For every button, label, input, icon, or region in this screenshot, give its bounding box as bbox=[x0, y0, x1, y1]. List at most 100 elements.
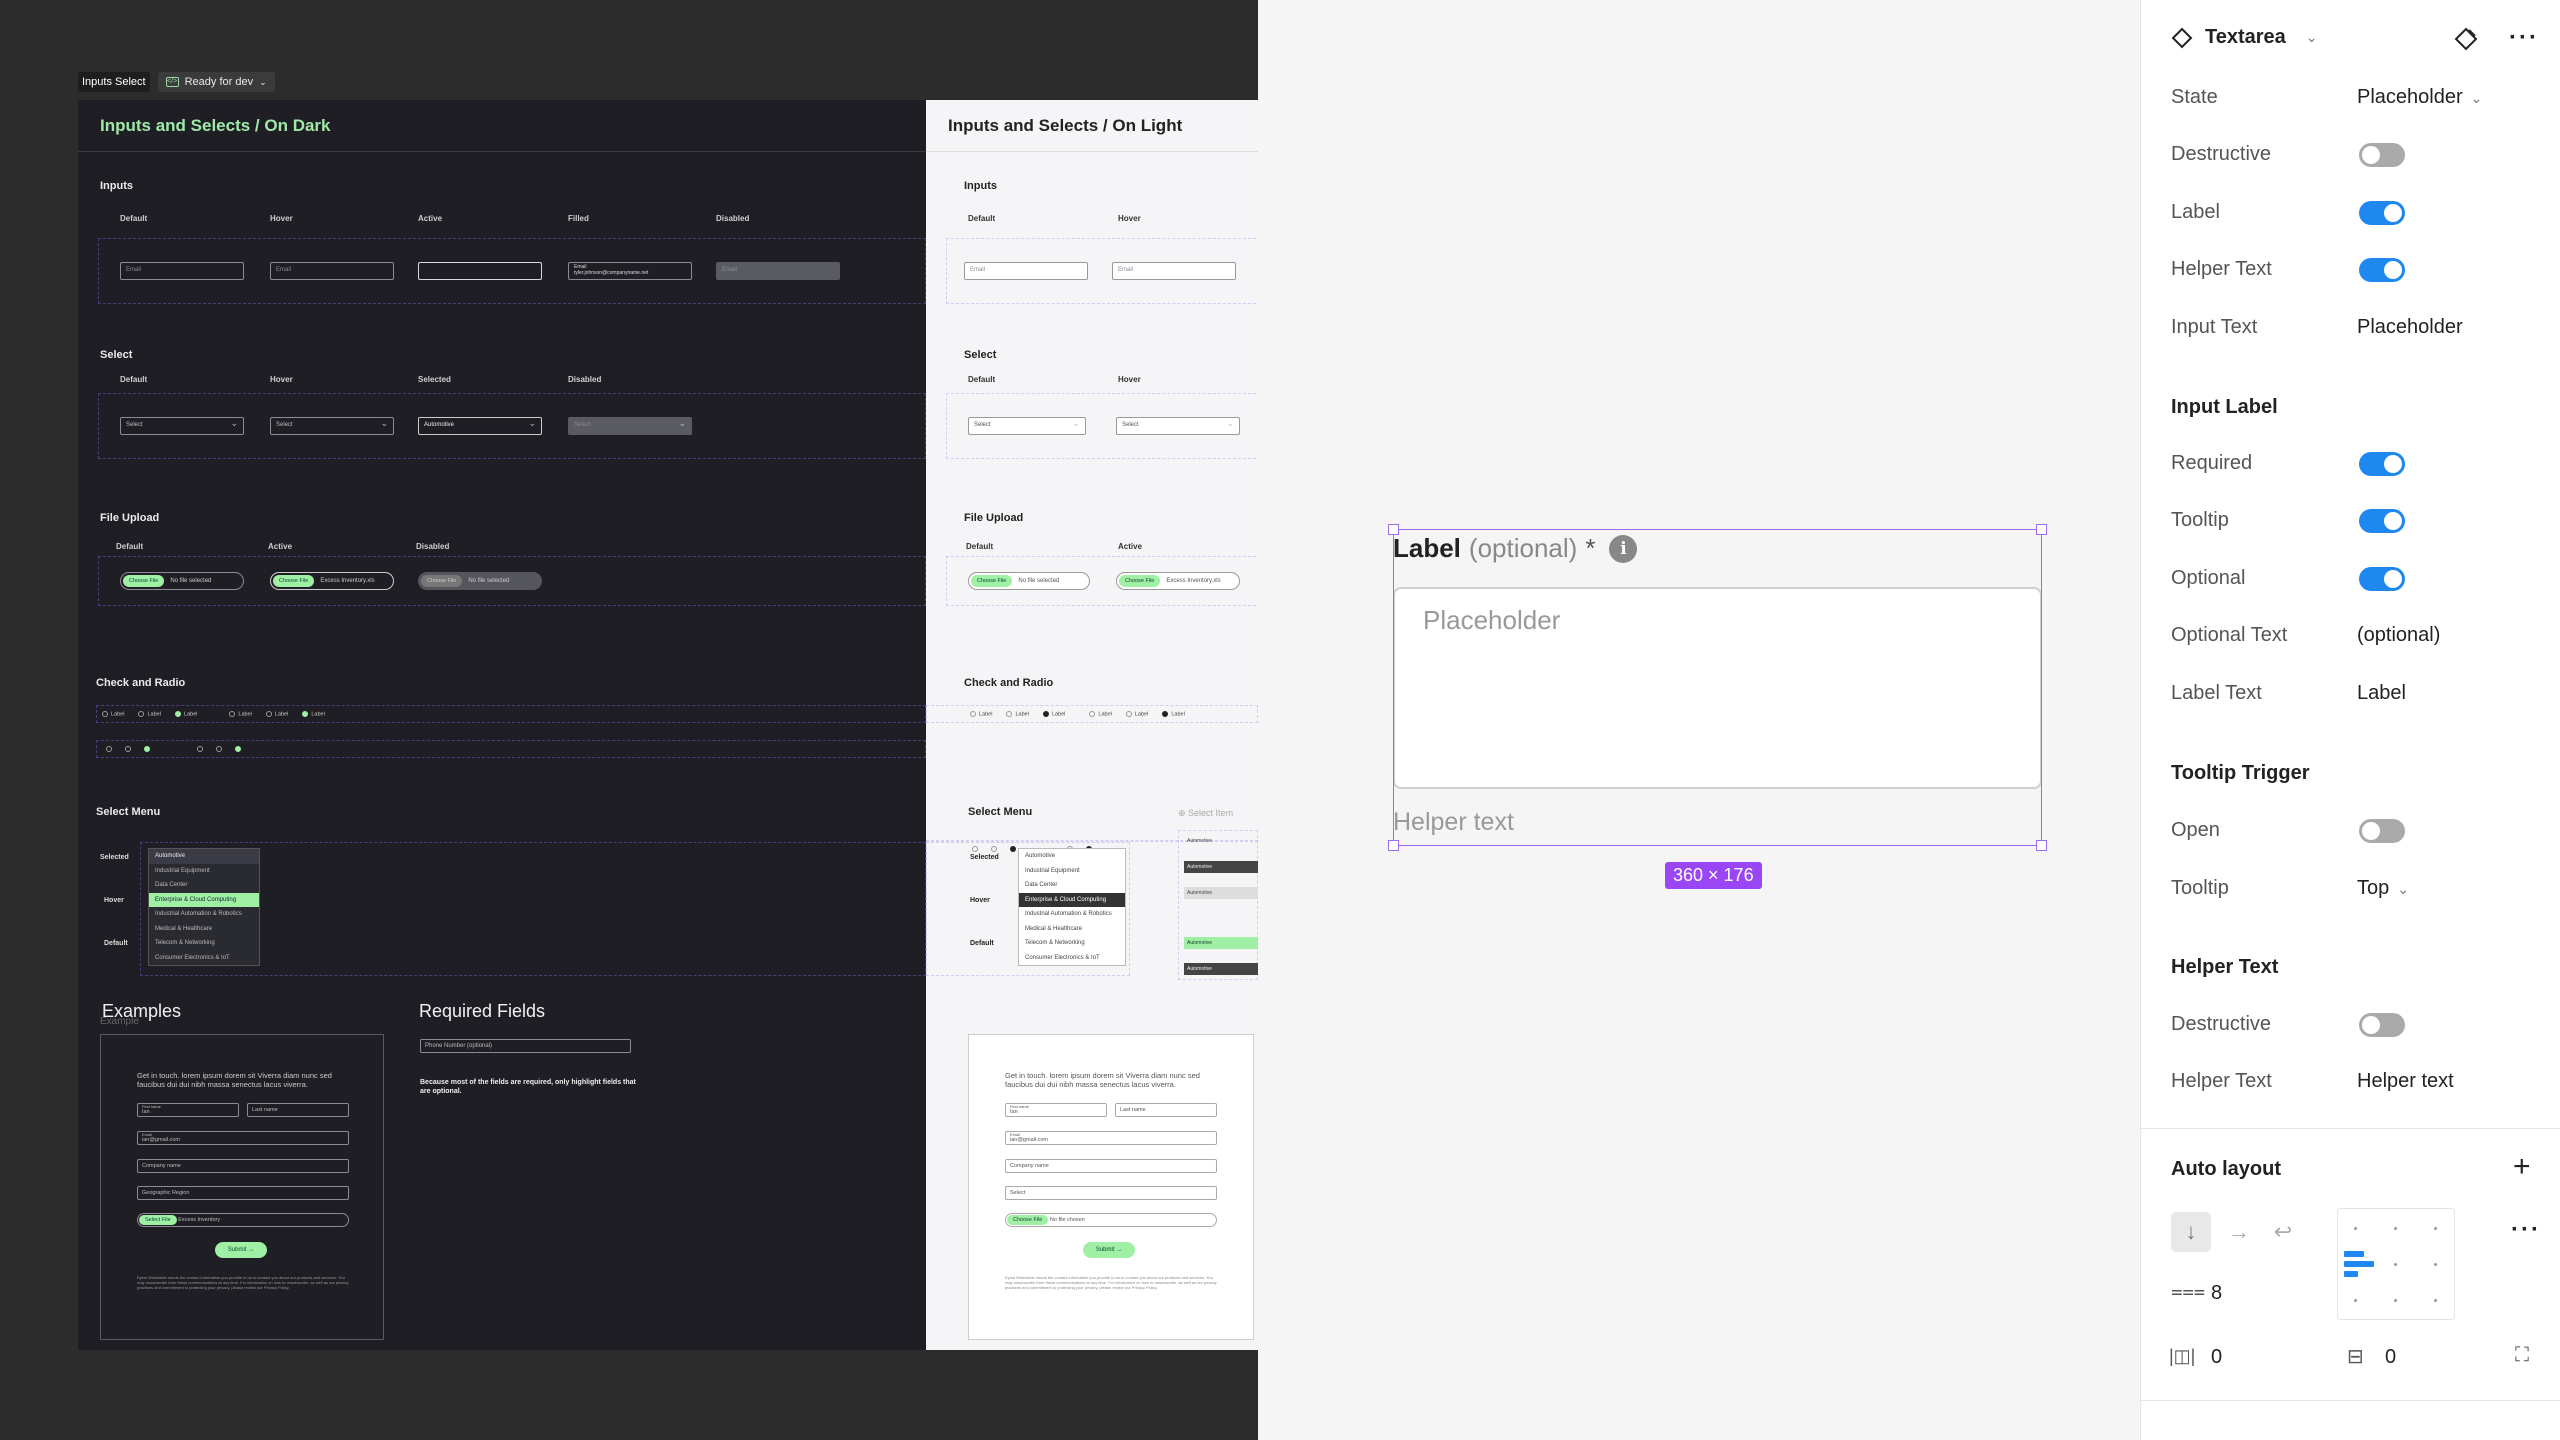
radio[interactable] bbox=[144, 746, 150, 752]
dark-frame[interactable]: Inputs and Selects / On Dark Inputs Defa… bbox=[78, 100, 926, 1350]
helper-destructive-toggle[interactable] bbox=[2359, 1013, 2405, 1037]
input-filled[interactable]: Email tyler.johnson@companyname.net bbox=[568, 262, 692, 280]
prop-state-dropdown[interactable]: Placeholder ⌄ bbox=[2357, 86, 2482, 109]
menu-item[interactable]: Enterprise & Cloud Computing bbox=[149, 892, 259, 907]
select-default[interactable]: Select bbox=[968, 417, 1086, 435]
more-options-icon[interactable]: ··· bbox=[2509, 24, 2539, 52]
submit-button[interactable]: Submit → bbox=[1083, 1242, 1135, 1258]
menu-item[interactable]: Medical & Healthcare bbox=[149, 922, 259, 937]
input-text-value[interactable]: Placeholder bbox=[2357, 316, 2463, 339]
menu-item-variant[interactable]: Automotive bbox=[1184, 835, 1258, 847]
input-hover[interactable]: Email bbox=[270, 262, 394, 280]
email-field[interactable]: Email ian@gmail.com bbox=[137, 1131, 349, 1145]
region-select[interactable]: Select bbox=[1005, 1186, 1217, 1200]
vertical-padding-value[interactable]: 0 bbox=[2385, 1346, 2396, 1369]
more-options-icon[interactable]: ··· bbox=[2511, 1216, 2541, 1244]
select-file-button[interactable]: Select File bbox=[139, 1215, 177, 1225]
checkbox[interactable]: Label bbox=[1162, 710, 1185, 717]
menu-item[interactable]: Consumer Electronics & IoT bbox=[149, 951, 259, 966]
resize-handle-bottom-right[interactable] bbox=[2036, 840, 2047, 851]
choose-file-button[interactable]: Choose File bbox=[1119, 575, 1161, 587]
email-field[interactable]: Email ian@gmail.com bbox=[1005, 1131, 1217, 1145]
alignment-grid[interactable] bbox=[2337, 1208, 2455, 1320]
menu-item-variant[interactable]: Automotive bbox=[1184, 937, 1258, 949]
direction-vertical-icon[interactable]: ↓ bbox=[2171, 1212, 2211, 1252]
dev-status-badge[interactable]: </> Ready for dev ⌄ bbox=[157, 72, 275, 92]
menu-item[interactable]: Automotive bbox=[1019, 849, 1125, 864]
helper-text-value[interactable]: Helper text bbox=[2357, 1070, 2454, 1093]
choose-file-button[interactable]: Choose File bbox=[273, 575, 315, 587]
select-hover[interactable]: Select bbox=[1116, 417, 1240, 435]
radio[interactable] bbox=[125, 746, 131, 752]
destructive-toggle[interactable] bbox=[2359, 143, 2405, 167]
input-hover[interactable]: Email bbox=[1112, 262, 1236, 280]
select-menu-list[interactable]: Automotive Industrial Equipment Data Cen… bbox=[1018, 848, 1126, 966]
input-active[interactable] bbox=[418, 262, 542, 280]
upload-default[interactable]: Choose File No file selected bbox=[120, 572, 244, 590]
tooltip-toggle[interactable] bbox=[2359, 509, 2405, 533]
menu-item[interactable]: Consumer Electronics & IoT bbox=[1019, 951, 1125, 966]
menu-item-variant[interactable]: Automotive bbox=[1184, 861, 1258, 873]
select-menu-list[interactable]: Automotive Industrial Equipment Data Cen… bbox=[148, 848, 260, 966]
helper-text-toggle[interactable] bbox=[2359, 258, 2405, 282]
checkbox[interactable]: Label bbox=[174, 710, 197, 717]
last-name-field[interactable]: Last name bbox=[1115, 1103, 1217, 1117]
last-name-field[interactable]: Last name bbox=[247, 1103, 349, 1117]
menu-item[interactable]: Enterprise & Cloud Computing bbox=[1019, 892, 1125, 907]
independent-padding-icon[interactable]: ⛶ bbox=[2515, 1344, 2529, 1367]
menu-item[interactable]: Medical & Healthcare bbox=[1019, 922, 1125, 937]
component-header[interactable]: Textarea ⌄ bbox=[2171, 26, 2318, 49]
select-default[interactable]: Select bbox=[120, 417, 244, 435]
phone-field[interactable]: Phone Number (optional) bbox=[420, 1039, 631, 1053]
resize-handle-bottom-left[interactable] bbox=[1388, 840, 1399, 851]
checkbox[interactable]: Label bbox=[970, 710, 992, 717]
add-icon[interactable]: + bbox=[2513, 1150, 2531, 1184]
checkbox-row[interactable]: Label Label Label Label Label Label bbox=[96, 705, 325, 723]
selection-outline[interactable] bbox=[1393, 529, 2042, 846]
select-hover[interactable]: Select bbox=[270, 417, 394, 435]
open-toggle[interactable] bbox=[2359, 819, 2405, 843]
checkbox[interactable]: Label bbox=[1006, 710, 1029, 717]
tooltip-position-dropdown[interactable]: Top ⌄ bbox=[2357, 877, 2409, 900]
upload-default[interactable]: Choose File No file selected bbox=[968, 572, 1090, 590]
menu-item-variant[interactable]: Automotive bbox=[1184, 887, 1258, 899]
input-default[interactable]: Email bbox=[120, 262, 244, 280]
company-field[interactable]: Company name bbox=[137, 1159, 349, 1173]
choose-file-button[interactable]: Choose File bbox=[123, 575, 165, 587]
menu-item[interactable]: Telecom & Networking bbox=[149, 936, 259, 951]
required-toggle[interactable] bbox=[2359, 452, 2405, 476]
checkbox-row[interactable]: Label Label Label Label Label Label bbox=[964, 705, 1185, 723]
menu-item[interactable]: Automotive bbox=[149, 849, 259, 864]
checkbox[interactable]: Label bbox=[302, 710, 325, 717]
menu-item[interactable]: Industrial Equipment bbox=[149, 864, 259, 879]
gap-value[interactable]: 8 bbox=[2211, 1282, 2222, 1305]
select-selected[interactable]: Automotive bbox=[418, 417, 542, 435]
frame-tag[interactable]: Inputs Select </> Ready for dev ⌄ bbox=[78, 72, 275, 92]
label-text-value[interactable]: Label bbox=[2357, 682, 2406, 705]
menu-item-variant[interactable]: Automotive bbox=[1184, 963, 1258, 975]
checkbox[interactable]: Label bbox=[1125, 710, 1148, 717]
choose-file-button[interactable]: Choose File bbox=[971, 575, 1013, 587]
radio[interactable] bbox=[197, 746, 203, 752]
horizontal-padding-value[interactable]: 0 bbox=[2211, 1346, 2222, 1369]
checkbox[interactable]: Label bbox=[102, 710, 124, 717]
label-toggle[interactable] bbox=[2359, 201, 2405, 225]
region-select[interactable]: Geographic Region bbox=[137, 1186, 349, 1200]
upload-active[interactable]: Choose File Excess Inventory.xls bbox=[270, 572, 394, 590]
optional-text-value[interactable]: (optional) bbox=[2357, 624, 2440, 647]
checkbox[interactable]: Label bbox=[229, 710, 252, 717]
edit-component-icon[interactable] bbox=[2453, 26, 2479, 52]
resize-handle-top-right[interactable] bbox=[2036, 524, 2047, 535]
frame-name[interactable]: Inputs Select bbox=[78, 72, 150, 92]
menu-item[interactable]: Industrial Equipment bbox=[1019, 864, 1125, 879]
choose-file-button[interactable]: Choose File bbox=[1007, 1215, 1049, 1225]
radio[interactable] bbox=[235, 746, 241, 752]
menu-item[interactable]: Data Center bbox=[1019, 878, 1125, 893]
company-field[interactable]: Company name bbox=[1005, 1159, 1217, 1173]
checkbox[interactable]: Label bbox=[1089, 710, 1112, 717]
file-upload-field[interactable]: Choose File No file chosen bbox=[1005, 1213, 1217, 1227]
submit-button[interactable]: Submit → bbox=[215, 1242, 267, 1258]
menu-item[interactable]: Industrial Automation & Robotics bbox=[1019, 907, 1125, 922]
light-frame[interactable]: Inputs and Selects / On Light Inputs Def… bbox=[926, 100, 1258, 1350]
direction-horizontal-icon[interactable]: → bbox=[2219, 1212, 2259, 1252]
